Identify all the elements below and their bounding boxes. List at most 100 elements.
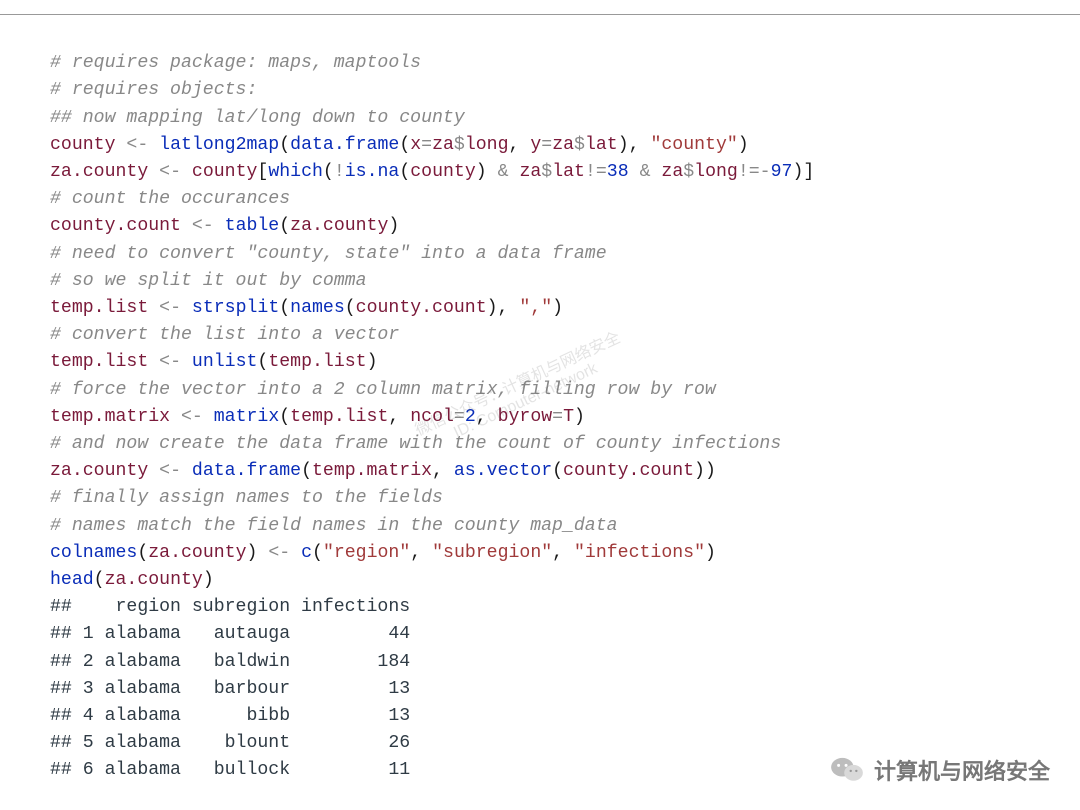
code-token: unlist	[181, 352, 257, 372]
code-token: county	[181, 162, 257, 182]
code-token: )	[203, 570, 214, 590]
code-token: <-	[159, 162, 181, 182]
comment-line: # count the occurances	[50, 189, 290, 209]
code-token: (	[552, 461, 563, 481]
code-token: which	[268, 162, 323, 182]
comment-line: # names match the field names in the cou…	[50, 516, 618, 536]
code-token: (	[94, 570, 105, 590]
code-token: )	[738, 135, 749, 155]
output-line: ## 1 alabama autauga 44	[50, 624, 410, 644]
code-token: za.county	[50, 461, 159, 481]
code-token: (	[279, 407, 290, 427]
code-token: ))	[694, 461, 716, 481]
code-token: (	[345, 298, 356, 318]
code-token	[650, 162, 661, 182]
code-token: ,	[388, 407, 410, 427]
code-token: ,	[476, 407, 498, 427]
code-token: "region"	[323, 543, 410, 563]
code-token: )	[552, 298, 563, 318]
comment-line: # so we split it out by comma	[50, 271, 367, 291]
output-line: ## 5 alabama blount 26	[50, 733, 410, 753]
code-token: 2	[465, 407, 476, 427]
code-token: !=-	[738, 162, 771, 182]
code-token: $	[454, 135, 465, 155]
code-token: za	[661, 162, 683, 182]
code-token: $	[574, 135, 585, 155]
output-line: ## 6 alabama bullock 11	[50, 760, 410, 780]
code-token: <-	[192, 216, 214, 236]
code-token: county.count	[356, 298, 487, 318]
code-token: za	[552, 135, 574, 155]
code-token: ),	[487, 298, 520, 318]
code-token: names	[290, 298, 345, 318]
code-token: county.count	[563, 461, 694, 481]
code-token: (	[312, 543, 323, 563]
comment-line: # and now create the data frame with the…	[50, 434, 781, 454]
code-token: c	[290, 543, 312, 563]
code-token: head	[50, 570, 94, 590]
code-token: temp.list	[290, 407, 388, 427]
code-token: ),	[618, 135, 651, 155]
code-token: 97	[771, 162, 793, 182]
code-token: &	[640, 162, 651, 182]
code-token: [	[257, 162, 268, 182]
code-token: <-	[181, 407, 203, 427]
code-token: y	[530, 135, 541, 155]
code-token: ,	[509, 135, 531, 155]
code-token: &	[498, 162, 509, 182]
code-token	[629, 162, 640, 182]
code-token: 38	[607, 162, 629, 182]
code-token: "infections"	[574, 543, 705, 563]
footer-brand-text: 计算机与网络安全	[874, 754, 1050, 786]
wechat-icon	[830, 756, 864, 784]
code-token: county	[50, 135, 126, 155]
code-token: za.county	[105, 570, 203, 590]
code-token: county	[410, 162, 476, 182]
comment-line: # force the vector into a 2 column matri…	[50, 380, 716, 400]
code-token: za.county	[290, 216, 388, 236]
code-token: (	[399, 162, 410, 182]
code-token: (	[279, 135, 290, 155]
code-token: county.count	[50, 216, 192, 236]
code-token: ,	[432, 461, 454, 481]
code-token: $	[683, 162, 694, 182]
code-token: ncol	[410, 407, 454, 427]
code-token: <-	[159, 298, 181, 318]
code-token: latlong2map	[148, 135, 279, 155]
code-token: )	[574, 407, 585, 427]
code-token: za.county	[148, 543, 246, 563]
code-token: lat	[552, 162, 585, 182]
code-token: matrix	[203, 407, 279, 427]
comment-line: # convert the list into a vector	[50, 325, 399, 345]
code-token: )	[246, 543, 268, 563]
code-token: !	[334, 162, 345, 182]
code-token: <-	[159, 461, 181, 481]
code-token: T	[563, 407, 574, 427]
code-token: data.frame	[290, 135, 399, 155]
code-token: as.vector	[454, 461, 552, 481]
code-token: (	[279, 216, 290, 236]
comment-line: ## now mapping lat/long down to county	[50, 108, 465, 128]
code-token: x	[410, 135, 421, 155]
comment-line: # finally assign names to the fields	[50, 488, 443, 508]
code-token: temp.list	[268, 352, 366, 372]
code-token: temp.matrix	[312, 461, 432, 481]
code-token: temp.list	[50, 352, 159, 372]
comment-line: # requires package: maps, maptools	[50, 53, 421, 73]
comment-line: # requires objects:	[50, 80, 257, 100]
code-listing: # requires package: maps, maptools # req…	[0, 14, 1080, 810]
code-token: (	[279, 298, 290, 318]
code-token: "county"	[650, 135, 737, 155]
code-token: =	[454, 407, 465, 427]
code-token: "subregion"	[432, 543, 552, 563]
code-token: =	[552, 407, 563, 427]
code-token: za.county	[50, 162, 159, 182]
comment-line: # need to convert "county, state" into a…	[50, 244, 607, 264]
code-token: (	[257, 352, 268, 372]
code-token: =	[421, 135, 432, 155]
code-token: )	[705, 543, 716, 563]
code-token: strsplit	[181, 298, 279, 318]
code-token: data.frame	[181, 461, 301, 481]
footer-brand: 计算机与网络安全	[830, 754, 1050, 786]
code-token	[509, 162, 520, 182]
